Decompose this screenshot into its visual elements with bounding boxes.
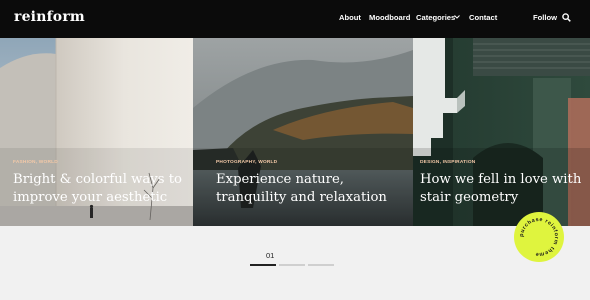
follow-link[interactable]: Follow [533,13,557,22]
post-category[interactable]: DESIGN, INSPIRATION [420,160,475,165]
post-title[interactable]: How we fell in love with [420,171,581,189]
featured-posts-slider: FASHION, WORLD Bright & colorful ways to… [0,38,590,226]
svg-text:purchase reinform theme: purchase reinform theme [519,217,559,257]
top-navigation-bar: reinform About Moodboard Categories Cont… [0,0,590,38]
purchase-badge-text: purchase reinform theme [519,217,559,257]
nav-contact-link[interactable]: Contact [469,13,497,22]
nav-about-link[interactable]: About [339,13,361,22]
pagination-dot[interactable] [250,264,276,266]
featured-post-card[interactable]: DESIGN, INSPIRATION How we fell in love … [413,38,590,226]
pagination-dot[interactable] [279,264,305,266]
nav-categories-menu[interactable]: Categories [416,13,455,22]
post-title-line[interactable]: stair geometry [420,189,518,207]
post-category[interactable]: PHOTOGRAPHY, WORLD [216,160,277,165]
purchase-badge-label: purchase reinform theme [519,217,559,257]
chevron-down-icon [454,15,460,19]
purchase-badge[interactable]: purchase reinform theme [514,212,564,262]
nav-moodboard-link[interactable]: Moodboard [369,13,410,22]
post-title-line[interactable]: tranquility and relaxation [216,189,387,207]
pagination-dot[interactable] [308,264,334,266]
post-category[interactable]: FASHION, WORLD [13,160,58,165]
featured-post-card[interactable]: PHOTOGRAPHY, WORLD Experience nature, tr… [193,38,413,226]
search-icon[interactable] [562,13,571,22]
post-title[interactable]: Bright & colorful ways to [13,171,182,189]
site-logo[interactable]: reinform [14,9,85,25]
featured-post-card[interactable]: FASHION, WORLD Bright & colorful ways to… [0,38,193,226]
slider-pagination: 01 [0,248,590,278]
current-page-number: 01 [266,251,275,260]
post-title-line[interactable]: improve your aesthetic [13,189,167,207]
post-title[interactable]: Experience nature, [216,171,344,189]
